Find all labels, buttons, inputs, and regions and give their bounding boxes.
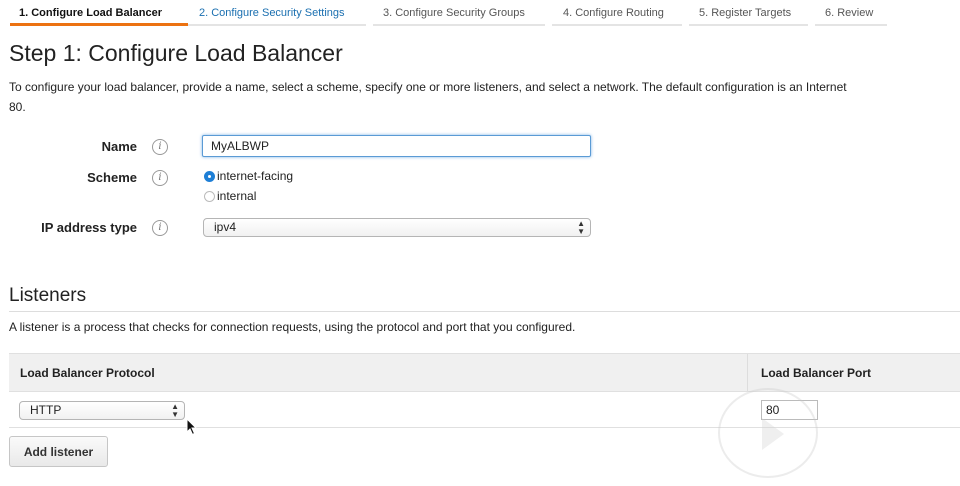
ip-address-type-label: IP address type	[41, 220, 137, 235]
table-row: HTTP ▲ ▼	[9, 392, 960, 428]
tab-configure-load-balancer[interactable]: 1. Configure Load Balancer	[10, 0, 188, 26]
tab-configure-security-groups: 3. Configure Security Groups	[373, 0, 545, 26]
mouse-cursor-icon	[186, 418, 198, 436]
video-play-overlay-icon	[718, 388, 818, 478]
scheme-label: Scheme	[87, 170, 137, 185]
add-listener-button[interactable]: Add listener	[9, 436, 108, 467]
name-label: Name	[101, 139, 137, 154]
listeners-table-header: Load Balancer Protocol Load Balancer Por…	[9, 353, 960, 392]
protocol-select[interactable]: HTTP ▲ ▼	[19, 401, 185, 420]
page-title: Step 1: Configure Load Balancer	[9, 40, 343, 66]
info-icon[interactable]: i	[152, 139, 168, 155]
ip-address-type-select[interactable]: ipv4 ▲ ▼	[203, 218, 591, 237]
radio-selected-icon[interactable]	[204, 170, 215, 182]
scheme-option-label: internet-facing	[217, 169, 294, 183]
scheme-option-label: internal	[217, 189, 257, 203]
info-icon[interactable]: i	[152, 170, 168, 186]
scheme-option-internet-facing[interactable]: internet-facing	[204, 169, 293, 183]
listeners-description: A listener is a process that checks for …	[9, 320, 576, 334]
listeners-title: Listeners	[9, 285, 87, 306]
tab-register-targets: 5. Register Targets	[689, 0, 808, 26]
select-arrows-icon: ▲ ▼	[577, 218, 585, 236]
column-header-protocol: Load Balancer Protocol	[20, 366, 155, 380]
protocol-value: HTTP	[30, 403, 62, 417]
name-input[interactable]	[202, 135, 591, 157]
page-intro: To configure your load balancer, provide…	[9, 77, 960, 117]
radio-unselected-icon[interactable]	[204, 190, 215, 202]
tab-review: 6. Review	[815, 0, 887, 26]
column-header-port: Load Balancer Port	[761, 366, 872, 380]
select-arrows-icon: ▲ ▼	[171, 401, 179, 419]
tab-configure-routing: 4. Configure Routing	[552, 0, 682, 26]
info-icon[interactable]: i	[152, 220, 168, 236]
column-divider	[747, 354, 748, 391]
wizard-steps: 1. Configure Load Balancer 2. Configure …	[0, 0, 960, 30]
intro-line-2: 80.	[9, 100, 26, 114]
section-divider	[9, 311, 960, 312]
tab-configure-security-settings[interactable]: 2. Configure Security Settings	[188, 0, 366, 26]
ip-address-type-value: ipv4	[214, 220, 237, 234]
scheme-option-internal[interactable]: internal	[204, 189, 256, 203]
intro-line-1: To configure your load balancer, provide…	[9, 80, 847, 94]
